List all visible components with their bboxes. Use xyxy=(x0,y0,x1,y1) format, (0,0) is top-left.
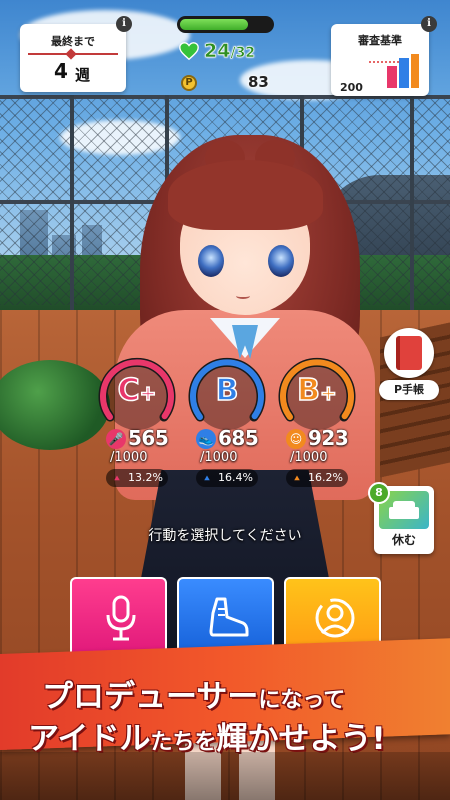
vocal-growth-percent: 13.2% xyxy=(128,471,163,484)
stamina-current: 24 xyxy=(204,40,231,63)
vocal-growth-pill: ⯅ 13.2% xyxy=(106,469,168,487)
p-notebook-label: P手帳 xyxy=(379,380,439,400)
rest-count-badge: 8 xyxy=(368,482,390,504)
info-icon[interactable]: i xyxy=(421,16,437,32)
visual-growth-pill: ⯅ 16.2% xyxy=(286,469,348,487)
dance-gauge[interactable]: B xyxy=(186,355,268,437)
banner-text: になって xyxy=(258,688,346,713)
dance-growth-percent: 16.4% xyxy=(218,471,253,484)
character-eye xyxy=(268,245,294,277)
vocal-lesson-button[interactable] xyxy=(70,577,167,657)
vocal-grade: C+ xyxy=(117,372,157,409)
notebook-icon xyxy=(396,336,422,370)
visual-icon xyxy=(315,598,355,638)
deadline-card[interactable]: 最終まで 4 週 i xyxy=(20,16,132,92)
growth-arrow-icon: ⯅ xyxy=(293,474,301,485)
dance-grade: B xyxy=(215,372,239,409)
deadline-title: 最終まで xyxy=(51,35,95,48)
character-eye xyxy=(198,245,224,277)
criteria-bar-chart-icon xyxy=(369,54,419,88)
dance-value: 685 xyxy=(218,426,259,450)
stamina-bar xyxy=(177,16,274,33)
vocal-max: /1000 xyxy=(110,450,148,465)
growth-arrow-icon: ⯅ xyxy=(113,474,121,485)
fence-post xyxy=(70,95,74,310)
vocal-gauge[interactable]: C+ xyxy=(96,355,178,437)
microphone-icon: 🎤 xyxy=(106,429,126,449)
stamina-bar-fill xyxy=(180,19,248,30)
shoe-icon: 👟 xyxy=(196,429,216,449)
weeks-unit: 週 xyxy=(75,66,91,84)
fence-post xyxy=(410,95,414,310)
stamina-max: /32 xyxy=(230,45,256,62)
banner-text: プロデューサー xyxy=(42,679,259,715)
shoe-icon xyxy=(209,597,249,637)
visual-icon: ☺ xyxy=(286,429,306,449)
visual-growth-percent: 16.2% xyxy=(308,471,343,484)
visual-grade: B+ xyxy=(296,372,337,409)
visual-gauge[interactable]: B+ xyxy=(276,355,358,437)
visual-max: /1000 xyxy=(290,450,328,465)
microphone-icon xyxy=(106,595,136,641)
character-mouth xyxy=(236,293,250,299)
heart-icon xyxy=(179,42,199,61)
visual-value: 923 xyxy=(308,426,349,450)
deadline-marker xyxy=(65,48,77,60)
audition-criteria-card[interactable]: 審査基準 200 i xyxy=(331,16,437,96)
audition-criteria-title: 審査基準 xyxy=(358,34,402,47)
p-point-amount: 83 xyxy=(248,73,269,91)
info-icon[interactable]: i xyxy=(116,16,132,32)
character-bangs xyxy=(168,160,323,230)
p-notebook-button[interactable]: P手帳 xyxy=(372,328,446,402)
p-coin-icon: P xyxy=(181,75,197,91)
weeks-remaining: 4 xyxy=(54,59,68,83)
action-prompt: 行動を選択してください xyxy=(148,528,302,544)
audition-criteria-value: 200 xyxy=(340,81,363,94)
growth-arrow-icon: ⯅ xyxy=(203,474,211,485)
vocal-value: 565 xyxy=(128,426,169,450)
dance-max: /1000 xyxy=(200,450,238,465)
dance-growth-pill: ⯅ 16.4% xyxy=(196,469,258,487)
bottom-shadow xyxy=(0,752,450,800)
stamina-value: 24/32 xyxy=(204,40,256,63)
banner-line-1: プロデューサーになって xyxy=(42,671,345,716)
